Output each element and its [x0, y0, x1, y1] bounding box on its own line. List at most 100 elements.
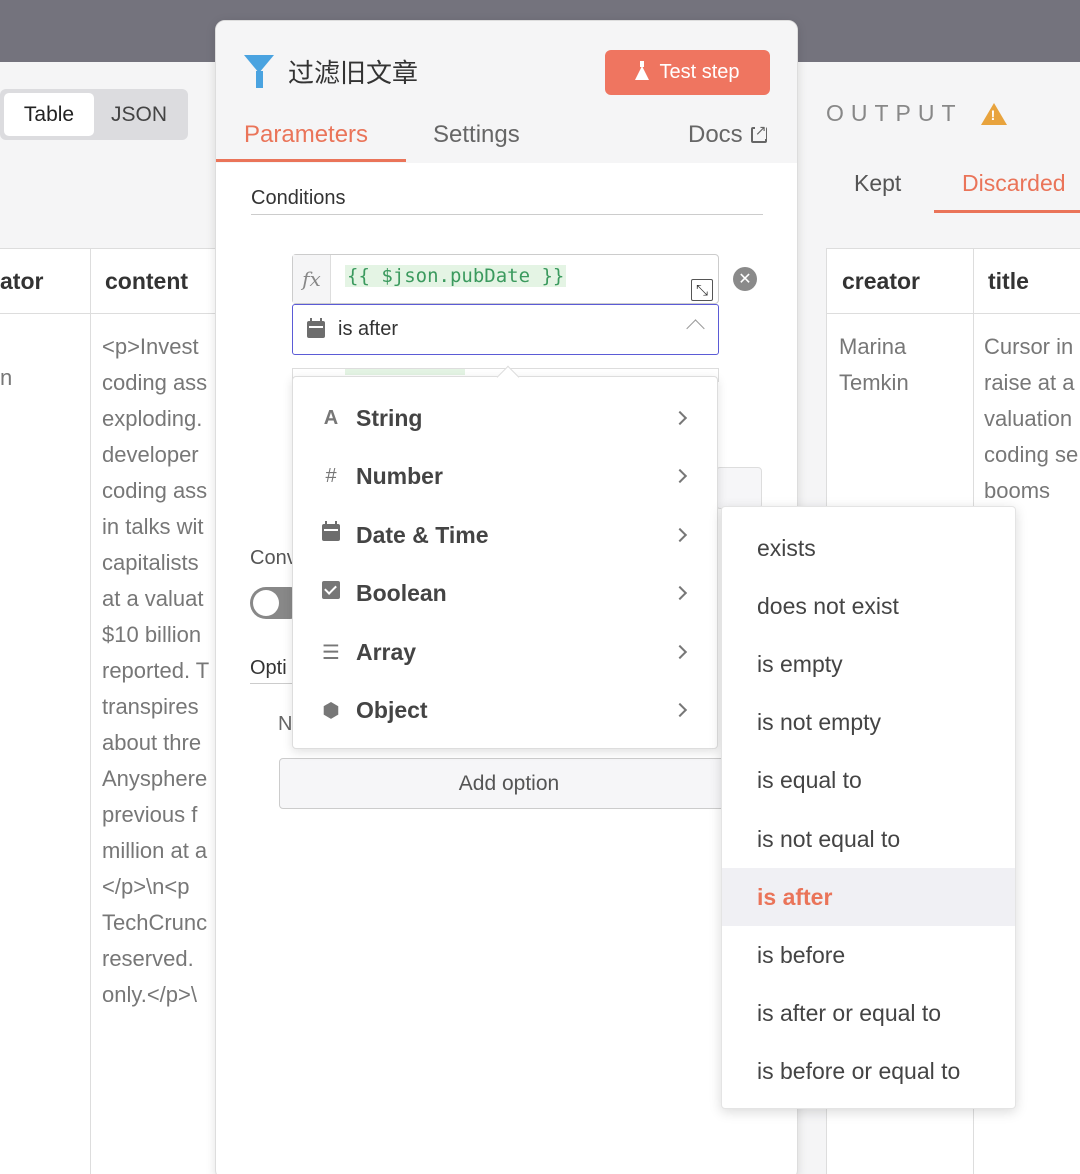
cell-text-line: </p>\n<p	[102, 874, 190, 899]
cell-text-line: valuation	[984, 406, 1073, 431]
expand-editor-icon[interactable]: ⤡	[691, 279, 713, 301]
table-cell-content: <p>Invest coding ass exploding. developer co…	[102, 329, 230, 1013]
operator-option[interactable]: is empty	[722, 635, 1015, 693]
cell-text-line: <p>Invest	[102, 334, 199, 359]
chevron-right-icon	[672, 644, 688, 660]
type-item-array[interactable]: ☰ Array	[293, 623, 717, 681]
type-item-label: Array	[356, 638, 417, 665]
type-item-number[interactable]: # Number	[293, 447, 717, 505]
json-view-button[interactable]: JSON	[94, 93, 184, 136]
type-item-date-time[interactable]: Date & Time	[293, 506, 717, 564]
column-header-creator: creator	[842, 267, 920, 294]
cell-text-line: Marina	[839, 334, 907, 359]
cell-text-line: $10 billion	[102, 622, 202, 647]
type-item-boolean[interactable]: Boolean	[293, 564, 717, 622]
chevron-right-icon	[672, 702, 688, 718]
chevron-right-icon	[672, 527, 688, 543]
chevron-up-icon	[686, 319, 705, 338]
operator-option[interactable]: is after	[722, 868, 1015, 927]
operator-option[interactable]: is before or equal to	[722, 1043, 1015, 1101]
active-tab-indicator	[934, 210, 1080, 213]
cell-text-line: booms	[984, 478, 1051, 503]
operator-select[interactable]: is after	[292, 304, 719, 355]
filter-icon	[244, 54, 274, 89]
column-header-content: content	[105, 268, 189, 294]
table-cell-creator: Marina Temkin	[839, 329, 969, 401]
cell-text-line: in talks wit	[102, 514, 204, 539]
cell-text-line: at a valuat	[102, 586, 204, 611]
type-dropdown: A String # Number Date & Time Boolean ☰ …	[292, 376, 718, 749]
cell-text-line: Temkin	[839, 370, 909, 395]
operator-value: is after	[338, 318, 399, 340]
cell-text-line: previous f	[102, 802, 198, 827]
chevron-right-icon	[672, 410, 688, 426]
checkbox-icon	[319, 581, 343, 605]
operator-option[interactable]: is not empty	[722, 694, 1015, 752]
cell-text-line: Cursor in	[984, 334, 1074, 359]
node-title-row: 过滤旧文章	[244, 53, 418, 90]
list-icon: ☰	[322, 641, 340, 664]
operator-submenu: exists does not exist is empty is not empty…	[721, 506, 1016, 1109]
node-header: 过滤旧文章 Test step Parameters Settings Docs	[216, 21, 797, 163]
view-toggle: Table JSON	[0, 89, 188, 140]
type-item-string[interactable]: A String	[293, 389, 717, 447]
cell-text-line: raise at a	[984, 370, 1075, 395]
cell-text-line: transpires	[102, 694, 199, 719]
cell-text-line: coding ass	[102, 370, 208, 395]
flask-icon	[635, 60, 650, 80]
header-divider	[827, 313, 1080, 314]
operator-option[interactable]: is before	[722, 926, 1015, 984]
cell-text-line: only.</p>\	[102, 982, 197, 1007]
type-item-label: Object	[356, 696, 428, 723]
tab-parameters[interactable]: Parameters	[244, 121, 368, 149]
type-item-object[interactable]: ⬢ Object	[293, 681, 717, 739]
output-title: OUTPUT	[826, 100, 963, 126]
tab-settings[interactable]: Settings	[433, 121, 520, 149]
cell-text-line: Anysphere	[102, 766, 208, 791]
docs-link[interactable]: Docs	[688, 121, 767, 149]
cell-text-line: coding ass	[102, 478, 208, 503]
cell-text-line: reported. T	[102, 658, 210, 683]
cell-text-line: TechCrunc	[102, 910, 208, 935]
column-header-creator: ator	[0, 268, 44, 294]
active-tab-indicator	[216, 159, 406, 162]
cell-text-line: million at a	[102, 838, 208, 863]
conditions-label: Conditions	[251, 187, 346, 209]
table-cell-title: Cursor in raise at a valuation coding se boo…	[984, 329, 1080, 509]
expression-value: {{ $json.pubDate }}	[345, 265, 567, 287]
convert-types-label: Conv	[250, 547, 297, 569]
add-condition-button[interactable]	[716, 467, 762, 509]
table-view-button[interactable]: Table	[4, 93, 94, 136]
cube-icon: ⬢	[322, 699, 340, 722]
operator-option[interactable]: exists	[722, 519, 1015, 577]
remove-condition-icon[interactable]: ✕	[733, 267, 757, 291]
operator-option[interactable]: is equal to	[722, 752, 1015, 810]
operator-option[interactable]: does not exist	[722, 577, 1015, 635]
operator-option[interactable]: is after or equal to	[722, 985, 1015, 1043]
tab-discarded[interactable]: Discarded	[962, 170, 1066, 197]
add-option-label: Add option	[458, 771, 560, 795]
test-step-button[interactable]: Test step	[605, 50, 770, 95]
cell-text-line: developer	[102, 442, 199, 467]
type-item-label: Date & Time	[356, 521, 489, 548]
test-step-label: Test step	[659, 61, 740, 83]
cell-text-line: exploding.	[102, 406, 203, 431]
cell-text-line: capitalists	[102, 550, 199, 575]
left-value-input[interactable]: fx {{ $json.pubDate }}	[292, 254, 719, 304]
type-item-label: Number	[356, 462, 443, 489]
node-title[interactable]: 过滤旧文章	[288, 53, 418, 90]
input-table: ator content n <p>Invest coding ass explod…	[0, 248, 230, 1174]
cell-text-line: coding se	[984, 442, 1079, 467]
type-item-label: Boolean	[356, 579, 447, 606]
tab-kept[interactable]: Kept	[854, 170, 901, 197]
string-icon: A	[323, 406, 339, 429]
hash-icon: #	[325, 464, 337, 487]
warning-icon[interactable]: !	[980, 102, 1007, 125]
expression-fx-icon: fx	[293, 255, 331, 303]
external-link-icon	[750, 122, 767, 143]
column-header-title: title	[988, 267, 1029, 294]
output-tabs: Kept Discarded	[826, 160, 1080, 214]
column-divider	[90, 249, 91, 1174]
cell-text-line: about thre	[102, 730, 202, 755]
operator-option[interactable]: is not equal to	[722, 810, 1015, 868]
